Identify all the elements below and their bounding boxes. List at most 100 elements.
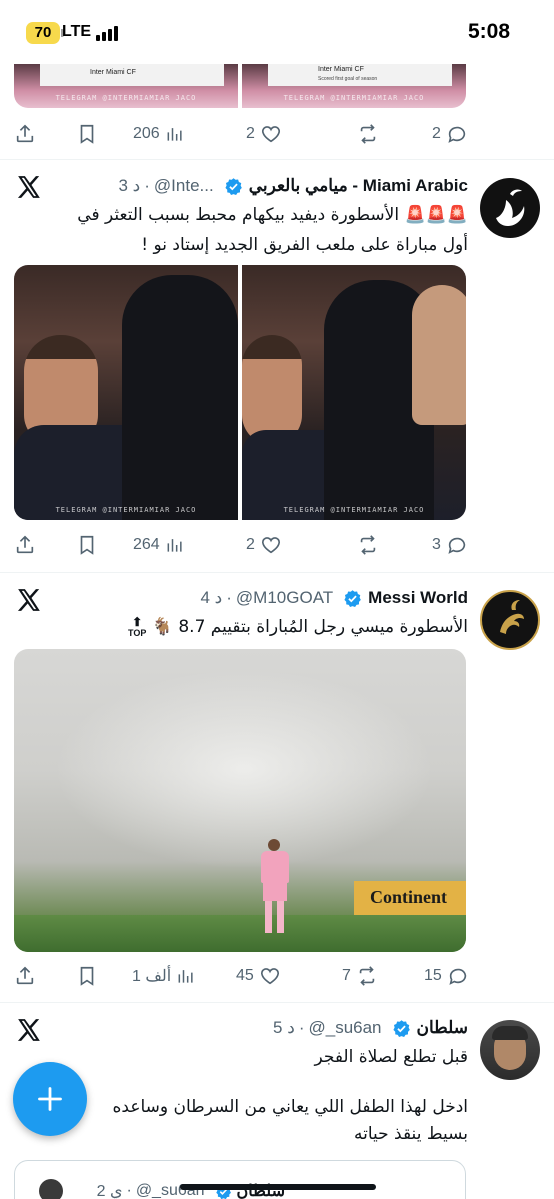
tweet1-media[interactable]: TELEGRAM @INTERMIAMIAR JACO TELEGRAM @IN… [14,265,466,520]
views-button[interactable]: 206 [133,119,185,149]
tweet-divider [0,159,554,160]
views-count: 206 [133,125,160,142]
bookmark-button[interactable] [76,530,98,560]
tweet0-card-1: Inter Miami CF [40,64,224,86]
avatar-goat-logo [500,600,524,634]
repost-count: 7 [342,967,351,984]
tweet-handle[interactable]: @Inte... [154,176,214,196]
tweet0-watermark-1: TELEGRAM @INTERMIAMIAR JACO [55,94,197,102]
like-icon [260,968,279,985]
photo-figure-side [412,285,466,425]
tweet1-text-line1: 🚨🚨🚨 الأسطورة ديفيد بيكهام محبط بسبب التع… [77,203,468,227]
tweet1-text: 🚨🚨🚨 الأسطورة ديفيد بيكهام محبط بسبب التع… [77,203,468,257]
tweet1-photo-1[interactable]: TELEGRAM @INTERMIAMIAR JACO [14,265,238,520]
tweet3-text-line3: بسيط ينقذ حياته [353,1124,468,1144]
x-logo-icon [17,1019,40,1041]
tweet-author-name[interactable]: سلطان [417,1018,468,1038]
tweet0-card-caption-2: Inter Miami CF [318,66,364,73]
status-time: 5:08 [467,20,510,43]
tweet1-actions: 264 2 3 [0,530,554,560]
repost-button[interactable] [352,530,379,560]
verified-icon [392,1019,410,1037]
tweet1-header: 3 د · @Inte... ميامي بالعربي - Miami Ara… [118,172,468,200]
share-icon [16,966,34,985]
compose-button[interactable] [13,1062,87,1136]
share-icon [16,124,34,143]
like-button[interactable]: 45 [236,961,281,991]
share-icon [16,535,34,554]
reply-icon [448,537,466,554]
tweet0-actions: 206 2 2 [0,119,554,149]
views-button[interactable]: 1 ألف [132,961,196,991]
reply-button[interactable]: 15 [424,961,469,991]
like-count: 45 [236,967,254,984]
network-type: LTE [62,23,92,40]
tweet1-avatar[interactable] [480,178,540,238]
dot-separator: · [126,1182,132,1199]
repost-button[interactable] [352,119,379,149]
quoted-tweet-card[interactable]: 2 ي · @_su6an سلطان [14,1160,466,1199]
like-button[interactable]: 2 [246,119,282,149]
share-button[interactable] [14,961,36,991]
dot-separator: · [226,588,232,607]
tweet-divider [0,572,554,573]
avatar-hair [492,1026,528,1040]
repost-icon [359,966,375,986]
top-emoji: ⬆ TOP [128,614,147,638]
reply-icon [449,968,466,985]
signal-icon [96,26,118,41]
reply-button[interactable]: 2 [432,119,468,149]
bookmark-icon [80,966,94,986]
share-button[interactable] [14,119,36,149]
tweet1-text-line2: أول مباراة على ملعب الفريق الجديد إستاد … [141,235,468,255]
tweet1-photo-2[interactable]: TELEGRAM @INTERMIAMIAR JACO [242,265,466,520]
like-button[interactable]: 2 [246,530,282,560]
banner-text: Continent [370,887,448,907]
tweet-author-name[interactable]: ميامي بالعربي - Miami Arabic [249,176,468,196]
tweet2-avatar[interactable] [480,590,540,650]
tweet3-text: قبل تطلع لصلاة الفجر ادخل لهذا الطفل الل… [113,1045,469,1146]
bookmark-button[interactable] [76,961,98,991]
home-indicator[interactable] [180,1184,376,1190]
tweet2-text-body: الأسطورة ميسي رجل المُباراة بتقييم 8.7 [178,617,468,637]
smoke-haze [54,669,434,869]
quoted-tweet-avatar [39,1179,63,1199]
avatar-logo [496,189,525,226]
repost-button[interactable]: 7 [342,961,378,991]
x-logo-icon [17,176,40,198]
tweet-handle[interactable]: @M10GOAT [236,588,333,608]
dot-separator: · [144,176,150,195]
views-button[interactable]: 264 [133,530,185,560]
tweet-author-name[interactable]: Messi World [368,588,468,608]
tweet0-photo-2[interactable]: Inter Miami CF Scored first goal of seas… [242,64,466,108]
compose-plus-icon [38,1087,62,1111]
reply-button[interactable]: 3 [432,530,468,560]
tweet0-photo-1[interactable]: Inter Miami CF TELEGRAM @INTERMIAMIAR JA… [14,64,238,108]
bookmark-icon [80,535,94,555]
quoted-tweet-time: 2 ي [96,1183,123,1199]
stadium-banner: Continent [354,881,466,915]
tweet-divider [0,1002,554,1003]
dot-separator: · [298,1018,305,1037]
tweet1-watermark-1: TELEGRAM @INTERMIAMIAR JACO [55,506,197,514]
share-button[interactable] [14,530,36,560]
tweet3-header: 5 د · @_su6an سلطان [273,1014,468,1042]
bookmark-button[interactable] [76,119,98,149]
tweet2-header: 4 د · @M10GOAT Messi World [200,584,468,612]
photo-figure-back [122,275,238,520]
bookmark-icon [80,124,94,144]
like-count: 2 [246,536,255,553]
like-icon [261,537,280,554]
tweet0-media[interactable]: Inter Miami CF TELEGRAM @INTERMIAMIAR JA… [14,64,466,108]
tweet-handle[interactable]: @_su6an [308,1018,381,1038]
tweet3-avatar[interactable] [480,1020,540,1080]
tweet2-text: الأسطورة ميسي رجل المُباراة بتقييم 8.7 🐐… [128,615,468,639]
repost-icon [360,124,376,144]
tweet1-line1: الأسطورة ديفيد بيكهام محبط بسبب التعثر ف… [77,205,400,225]
tweet-time: 4 د [200,588,223,607]
tweet2-media[interactable]: Continent [14,649,466,952]
player-figure [258,839,292,939]
siren-emoji: 🚨🚨🚨 [404,205,468,225]
views-icon [167,128,182,141]
verified-icon [344,589,361,607]
